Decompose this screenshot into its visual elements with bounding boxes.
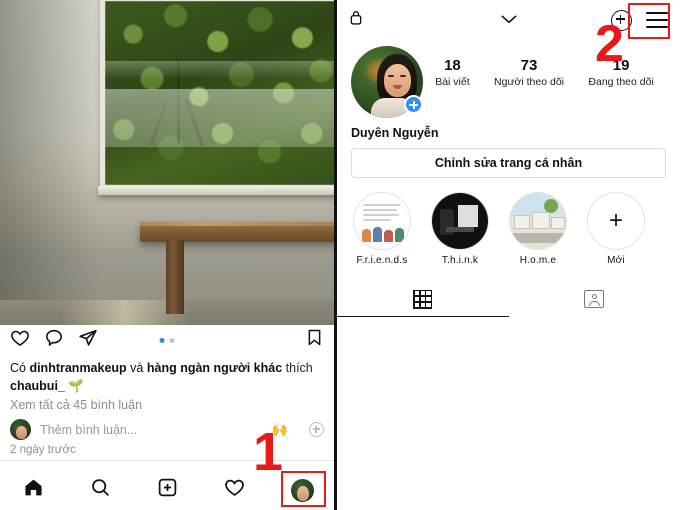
bench-leg <box>166 240 184 314</box>
avatar <box>10 419 31 440</box>
add-comment-row[interactable]: Thêm bình luận... 🙌 <box>0 412 334 440</box>
highlight-thumb[interactable] <box>431 192 489 250</box>
nav-search-icon[interactable] <box>90 477 111 503</box>
divider <box>0 460 334 461</box>
grid-icon <box>413 289 433 309</box>
highlight-thumb[interactable] <box>509 192 567 250</box>
wall-shadow <box>0 0 100 325</box>
pagination-dot <box>169 337 175 343</box>
window-frame <box>100 0 334 190</box>
stat-value: 73 <box>520 57 538 74</box>
sprout-emoji: 🌱 <box>68 379 84 393</box>
tab-tagged[interactable] <box>509 282 680 317</box>
nav-create-icon[interactable] <box>157 477 178 503</box>
highlight-think[interactable]: T.h.i.n.k <box>431 192 489 266</box>
comment-input[interactable]: Thêm bình luận... <box>40 423 137 437</box>
caption-line2-user[interactable]: chaubui_ <box>10 379 65 393</box>
caption-others[interactable]: hàng ngàn người khác <box>147 361 282 375</box>
highlight-new[interactable]: + Mới <box>587 192 645 266</box>
annotation-number-2: 2 <box>595 15 624 73</box>
pagination-dot-active <box>159 337 165 343</box>
left-phone-panel: Có dinhtranmakeup và hàng ngàn người khá… <box>0 0 337 510</box>
stat-value: 18 <box>444 57 461 74</box>
highlight-label: H.o.m.e <box>519 255 557 266</box>
bookmark-icon[interactable] <box>305 328 324 352</box>
stat-followers[interactable]: 73 Người theo dõi <box>494 56 564 90</box>
stat-label: Người theo dõi <box>494 76 564 88</box>
plus-badge-icon[interactable] <box>404 95 423 114</box>
stat-label: Bài viết <box>435 76 470 88</box>
nav-home-icon[interactable] <box>23 477 44 503</box>
highlight-home[interactable]: H.o.m.e <box>509 192 567 266</box>
highlight-thumb[interactable] <box>353 192 411 250</box>
heart-icon[interactable] <box>10 328 30 353</box>
comment-icon[interactable] <box>44 328 64 353</box>
profile-summary: 18 Bài viết 73 Người theo dõi 19 Đang th… <box>337 40 680 118</box>
post-caption: Có dinhtranmakeup và hàng ngàn người khá… <box>0 355 334 395</box>
tab-grid[interactable] <box>337 282 509 317</box>
glass-glare-upper <box>105 61 334 79</box>
profile-avatar-wrap[interactable] <box>351 46 423 118</box>
highlight-label: F.r.i.e.n.d.s <box>356 255 408 266</box>
bench-seat <box>140 222 334 242</box>
more-emoji-icon[interactable] <box>309 422 324 437</box>
highlight-box-hamburger-menu <box>628 3 670 39</box>
share-icon[interactable] <box>78 328 98 353</box>
story-highlights: F.r.i.e.n.d.s T.h.i.n.k H.o.m.e + Mới <box>337 178 680 266</box>
dual-phone-screenshot: Có dinhtranmakeup và hàng ngàn người khá… <box>0 0 680 510</box>
highlight-box-profile-tab <box>281 471 326 507</box>
caption-suffix: thích <box>282 361 313 375</box>
stat-label: Đang theo dõi <box>588 76 654 88</box>
edit-profile-button[interactable]: Chỉnh sửa trang cá nhân <box>351 148 666 178</box>
right-phone-panel: 18 Bài viết 73 Người theo dõi 19 Đang th… <box>337 0 680 510</box>
profile-stats: 18 Bài viết 73 Người theo dõi 19 Đang th… <box>423 46 666 90</box>
annotation-number-1: 1 <box>253 422 284 482</box>
highlight-label: T.h.i.n.k <box>441 255 479 266</box>
chevron-down-icon[interactable] <box>501 11 517 29</box>
profile-tabs <box>337 282 680 317</box>
post-action-row <box>0 325 334 355</box>
stat-posts[interactable]: 18 Bài viết <box>435 56 469 90</box>
window-sill <box>98 186 334 195</box>
caption-username[interactable]: dinhtranmakeup <box>29 361 126 375</box>
highlight-label: Mới <box>607 255 625 266</box>
highlight-friends[interactable]: F.r.i.e.n.d.s <box>353 192 411 266</box>
caption-mid: và <box>126 361 147 375</box>
nav-activity-icon[interactable] <box>224 477 245 503</box>
carousel-pagination <box>159 337 175 343</box>
profile-display-name: Duyên Nguyễn <box>351 126 439 140</box>
glass-glare <box>105 89 334 147</box>
view-all-comments-link[interactable]: Xem tất cả 45 bình luận <box>0 395 334 412</box>
post-timestamp: 2 ngày trước <box>10 444 76 456</box>
caption-prefix: Có <box>10 361 30 375</box>
post-photo[interactable] <box>0 0 334 325</box>
plus-icon[interactable]: + <box>587 192 645 250</box>
tagged-person-icon <box>584 290 605 308</box>
lock-icon <box>349 9 363 31</box>
